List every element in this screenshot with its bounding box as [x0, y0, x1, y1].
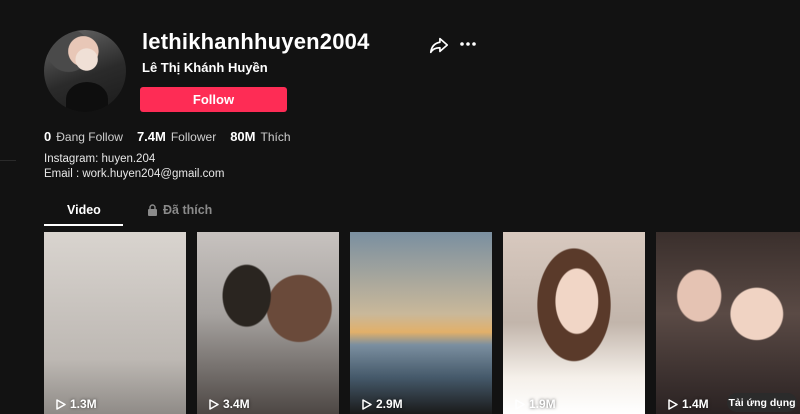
view-count-value: 1.9M	[529, 397, 556, 411]
stat-followers[interactable]: 7.4M Follower	[137, 129, 216, 144]
profile-tabs: Video Đã thích	[44, 203, 800, 227]
stat-likes: 80M Thích	[230, 129, 290, 144]
username: lethikhanhhuyen2004	[142, 29, 370, 54]
profile-stats: 0 Đang Follow 7.4M Follower 80M Thích	[44, 129, 291, 144]
share-icon[interactable]	[428, 34, 450, 56]
follow-button[interactable]: Follow	[140, 87, 287, 112]
bio-line-instagram: Instagram: huyen.204	[44, 153, 156, 165]
stat-value: 0	[44, 129, 52, 144]
stat-value: 80M	[230, 129, 256, 144]
view-count: 2.9M	[362, 397, 403, 411]
video-thumbnail[interactable]: 1.9M	[503, 232, 645, 414]
stat-label: Đang Follow	[56, 130, 123, 144]
display-name: Lê Thị Khánh Huyền	[142, 60, 268, 75]
left-divider	[0, 160, 16, 161]
video-thumbnail[interactable]: 2.9M	[350, 232, 492, 414]
active-tab-indicator	[44, 224, 123, 226]
get-app-button[interactable]: Tải ứng dụng	[727, 393, 797, 412]
bio: Instagram: huyen.204 Email : work.huyen2…	[44, 152, 224, 182]
play-icon	[209, 398, 219, 410]
stat-label: Follower	[170, 130, 217, 144]
stat-following[interactable]: 0 Đang Follow	[44, 129, 123, 144]
lock-icon	[148, 204, 157, 216]
video-thumbnail[interactable]: 3.4M	[197, 232, 339, 414]
view-count: 1.4M	[668, 397, 709, 411]
play-icon	[56, 398, 66, 410]
video-thumbnail[interactable]: 1.4M	[656, 232, 800, 414]
bio-line-email: Email : work.huyen204@gmail.com	[44, 168, 225, 180]
view-count-value: 1.4M	[682, 397, 709, 411]
video-thumbnail[interactable]: 1.3M	[44, 232, 186, 414]
view-count-value: 1.3M	[70, 397, 97, 411]
play-icon	[515, 398, 525, 410]
view-count: 1.3M	[56, 397, 97, 411]
view-count-value: 2.9M	[376, 397, 403, 411]
play-icon	[362, 398, 372, 410]
play-icon	[668, 398, 678, 410]
tab-liked[interactable]: Đã thích	[147, 203, 212, 217]
view-count-value: 3.4M	[223, 397, 250, 411]
tab-liked-label: Đã thích	[163, 203, 213, 217]
view-count: 1.9M	[515, 397, 556, 411]
video-grid: 1.3M 3.4M 2.9M 1.9M 1.4M	[44, 232, 800, 414]
stat-label: Thích	[260, 130, 291, 144]
stat-value: 7.4M	[136, 129, 166, 144]
more-options-icon[interactable]	[458, 34, 478, 54]
avatar[interactable]	[44, 30, 126, 112]
tab-video[interactable]: Video	[67, 203, 101, 217]
view-count: 3.4M	[209, 397, 250, 411]
